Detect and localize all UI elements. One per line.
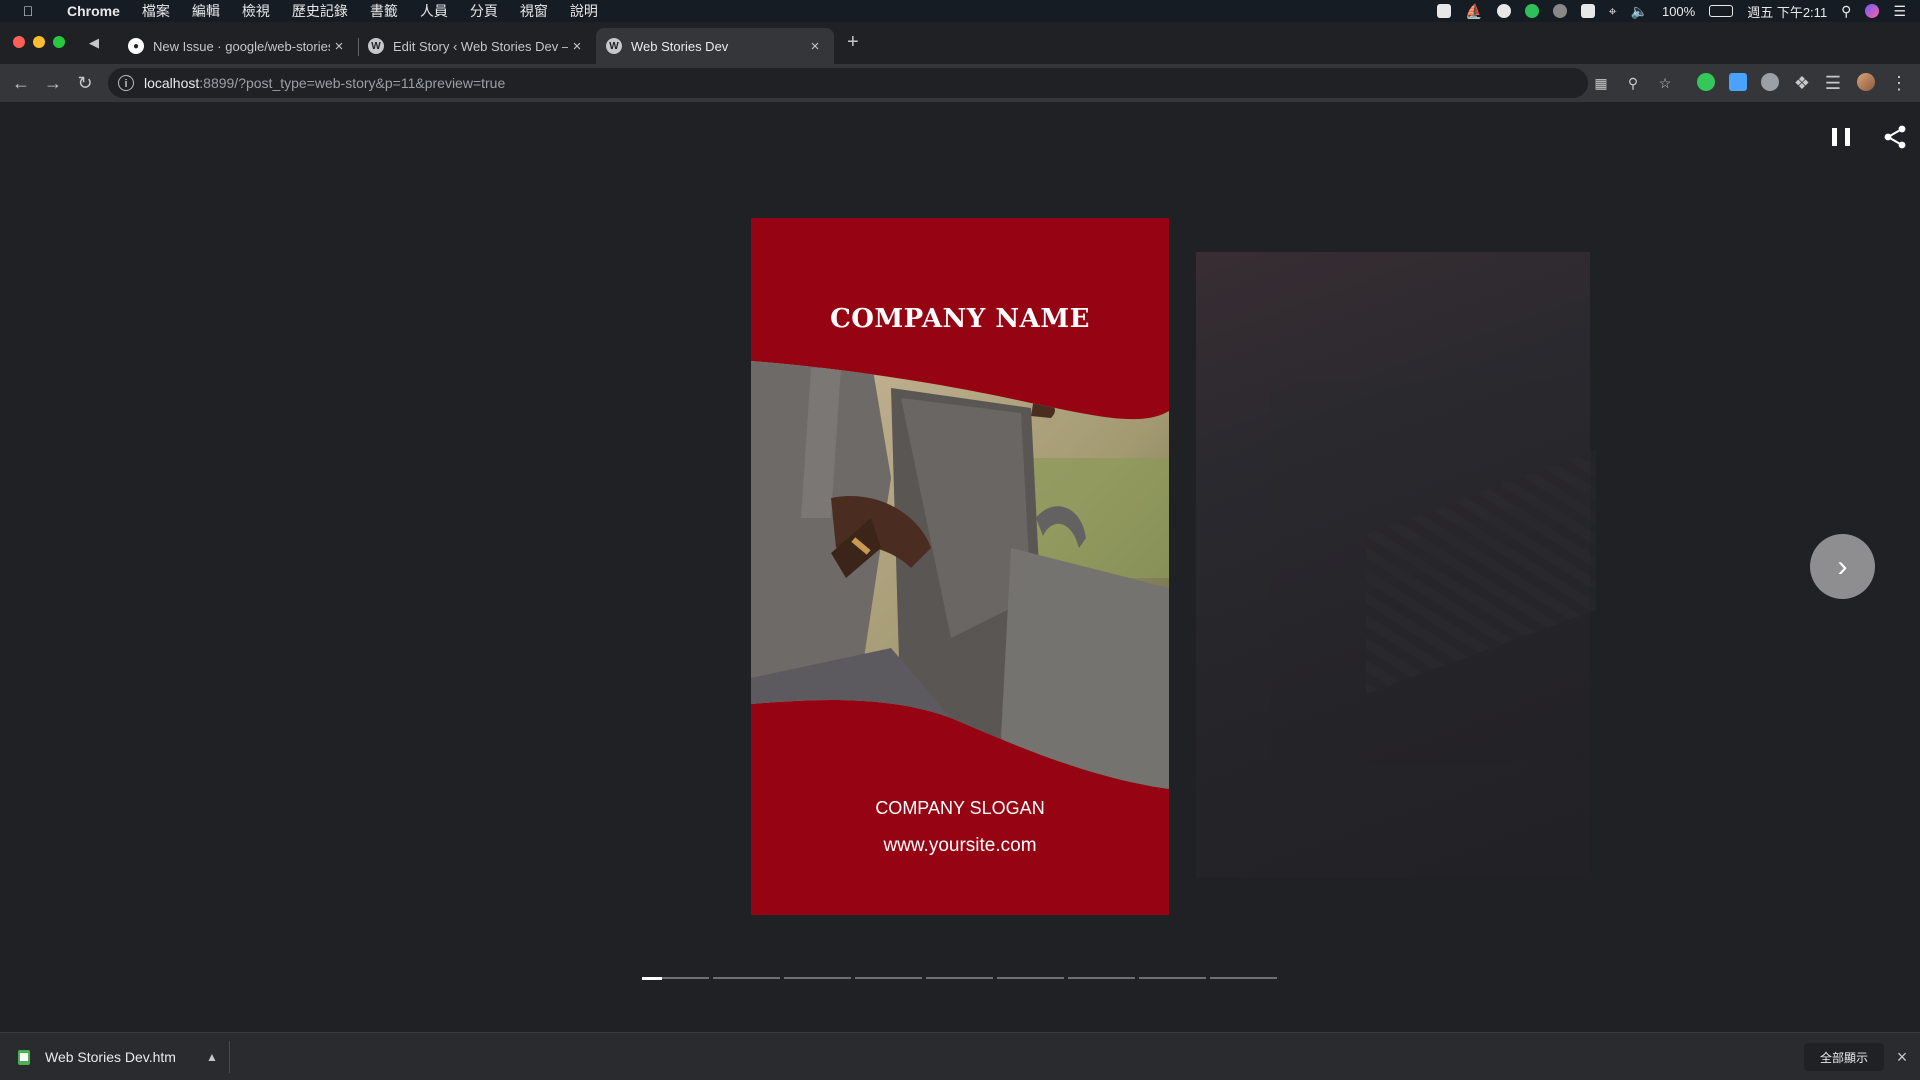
menu-app-name[interactable]: Chrome — [56, 0, 131, 22]
github-icon: ● — [128, 38, 144, 54]
tab-github-new-issue[interactable]: ● New Issue · google/web-stories-wp × — [118, 28, 358, 64]
menu-clock[interactable]: 週五 下午2:11 — [1747, 2, 1827, 21]
extensions-puzzle-icon[interactable]: ❖ — [1791, 72, 1813, 94]
media-queue-icon[interactable]: ☰ — [1822, 72, 1844, 94]
menu-tab[interactable]: 分頁 — [459, 0, 509, 22]
notification-center-icon[interactable]: ☰ — [1893, 3, 1906, 20]
macos-menu-bar:  Chrome 檔案 編輯 檢視 歷史記錄 書籤 人員 分頁 視窗 說明 ⛵ … — [0, 0, 1920, 22]
extension-green-icon[interactable] — [1697, 73, 1715, 91]
wechat-icon[interactable] — [1496, 4, 1511, 18]
story-page-card[interactable]: COMPANY NAME COMPANY SLOGAN www.yoursite… — [751, 218, 1169, 915]
preview-keyboard-image — [1366, 450, 1596, 694]
menu-bookmarks[interactable]: 書籤 — [359, 0, 409, 22]
pause-bar — [1845, 128, 1850, 146]
profile-avatar[interactable] — [1857, 73, 1875, 91]
chevron-right-icon: › — [1837, 549, 1848, 583]
input-method-icon[interactable] — [1580, 4, 1595, 18]
siri-icon[interactable] — [1865, 4, 1880, 18]
back-button[interactable]: ← — [10, 72, 32, 94]
volume-icon[interactable]: 🔈 — [1631, 3, 1648, 20]
address-bar[interactable]: i localhost:8899/?post_type=web-story&p=… — [108, 68, 1671, 98]
menu-bar-left:  Chrome 檔案 編輯 檢視 歷史記錄 書籤 人員 分頁 視窗 說明 — [0, 0, 609, 22]
tab-edit-story[interactable]: W Edit Story ‹ Web Stories Dev — WordPre… — [358, 28, 596, 64]
docker-icon[interactable]: ⛵ — [1465, 3, 1482, 20]
chevron-up-icon[interactable]: ▲ — [206, 1050, 218, 1064]
adobe-icon[interactable] — [1437, 4, 1452, 18]
show-all-downloads-button[interactable]: 全部顯示 — [1804, 1043, 1884, 1071]
zoom-icon[interactable]: ⚲ — [1624, 74, 1642, 92]
window-minimize-button[interactable] — [33, 36, 45, 48]
menu-view[interactable]: 檢視 — [231, 0, 281, 22]
menu-file[interactable]: 檔案 — [131, 0, 181, 22]
pause-bar — [1832, 128, 1837, 146]
html-file-icon — [18, 1049, 30, 1065]
battery-percent[interactable]: 100% — [1662, 4, 1695, 19]
menu-people[interactable]: 人員 — [409, 0, 459, 22]
download-file-name: Web Stories Dev.htm — [45, 1049, 176, 1065]
progress-segment — [997, 977, 1064, 979]
url-host: localhost — [144, 75, 200, 91]
menu-help[interactable]: 說明 — [559, 0, 609, 22]
downloads-separator — [229, 1041, 230, 1073]
download-item[interactable]: Web Stories Dev.htm ▲ — [18, 1043, 218, 1071]
pause-button[interactable] — [1832, 128, 1850, 148]
reload-button[interactable]: ↻ — [74, 72, 96, 94]
close-tab-icon[interactable]: × — [806, 38, 824, 55]
next-page-preview — [1196, 252, 1596, 878]
menu-window[interactable]: 視窗 — [509, 0, 559, 22]
window-close-button[interactable] — [13, 36, 25, 48]
downloads-bar: Web Stories Dev.htm ▲ 全部顯示 × — [0, 1032, 1920, 1080]
progress-segment — [713, 977, 780, 979]
bookmark-star-icon[interactable]: ☆ — [1656, 74, 1674, 92]
battery-icon[interactable] — [1709, 5, 1734, 17]
progress-segment — [1210, 977, 1277, 979]
progress-segment — [1139, 977, 1206, 979]
url-path: :8899/?post_type=web-story&p=11&preview=… — [199, 75, 506, 91]
browser-tab-strip: ◀ ● New Issue · google/web-stories-wp × … — [0, 22, 1920, 64]
next-page-button[interactable]: › — [1810, 534, 1875, 599]
extension-diamond-icon[interactable] — [1729, 73, 1747, 91]
story-website: www.yoursite.com — [883, 835, 1037, 856]
web-story-viewer: COMPANY NAME COMPANY SLOGAN www.yoursite… — [0, 102, 1920, 1032]
progress-segment — [784, 977, 851, 979]
share-icon[interactable] — [1882, 124, 1908, 150]
url-text[interactable]: localhost:8899/?post_type=web-story&p=11… — [144, 75, 505, 91]
menu-history[interactable]: 歷史記錄 — [281, 0, 359, 22]
progress-segment — [1068, 977, 1135, 979]
extension-cloud-icon[interactable] — [1761, 73, 1779, 91]
site-info-icon[interactable]: i — [118, 75, 134, 91]
tab-title: Edit Story ‹ Web Stories Dev — WordPress — [393, 38, 568, 54]
menu-bar-status: ⛵ ⌖ 🔈 100% 週五 下午2:11 ⚲ ☰ — [1437, 0, 1906, 22]
close-tab-icon[interactable]: × — [330, 38, 348, 55]
wordpress-icon: W — [606, 38, 622, 54]
close-tab-icon[interactable]: × — [568, 38, 586, 55]
line-icon[interactable] — [1524, 4, 1539, 18]
story-company-name: COMPANY NAME — [830, 304, 1090, 334]
story-progress-bar — [642, 976, 1277, 980]
forward-button[interactable]: → — [42, 72, 64, 94]
creative-cloud-icon[interactable] — [1552, 4, 1567, 18]
browser-toolbar: ← → ↻ i localhost:8899/?post_type=web-st… — [0, 64, 1920, 102]
menu-edit[interactable]: 編輯 — [181, 0, 231, 22]
apple-menu-icon[interactable]:  — [0, 0, 56, 22]
wifi-icon[interactable]: ⌖ — [1609, 3, 1617, 20]
progress-segment-fill — [642, 976, 663, 980]
translate-icon[interactable]: ▦ — [1592, 74, 1610, 92]
tab-title: New Issue · google/web-stories-wp — [153, 38, 330, 54]
tab-title: Web Stories Dev — [631, 38, 729, 54]
close-downloads-bar-icon[interactable]: × — [1893, 1043, 1911, 1071]
wordpress-icon: W — [368, 38, 384, 54]
progress-segment — [642, 976, 709, 980]
progress-segment — [855, 977, 922, 979]
story-company-slogan: COMPANY SLOGAN — [875, 798, 1045, 818]
chrome-menu-icon[interactable]: ⋮ — [1888, 72, 1910, 94]
tab-search-back-icon[interactable]: ◀ — [89, 35, 99, 51]
progress-segment — [926, 977, 993, 979]
new-tab-button[interactable]: + — [847, 31, 859, 54]
tab-web-stories-dev[interactable]: W Web Stories Dev × — [596, 28, 834, 64]
window-zoom-button[interactable] — [53, 36, 65, 48]
spotlight-search-icon[interactable]: ⚲ — [1841, 3, 1851, 20]
